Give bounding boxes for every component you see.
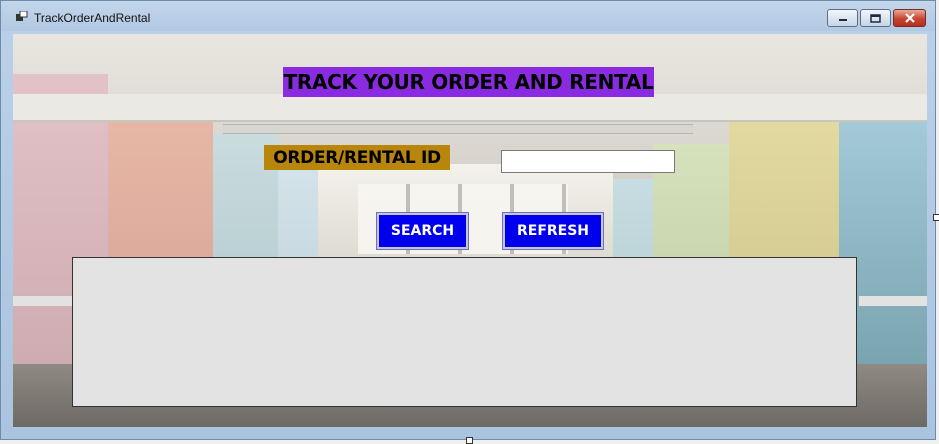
- close-button[interactable]: [893, 9, 926, 27]
- close-icon: [904, 13, 915, 23]
- maximize-button[interactable]: [860, 9, 891, 27]
- background-ceiling-beam: [13, 94, 927, 122]
- search-button[interactable]: SEARCH: [376, 212, 469, 250]
- order-rental-id-label: ORDER/RENTAL ID: [264, 145, 450, 170]
- title-bar[interactable]: TrackOrderAndRental: [1, 1, 935, 31]
- background-pipe: [223, 124, 693, 134]
- resize-handle-right[interactable]: [933, 214, 939, 221]
- form-icon: [16, 11, 28, 21]
- minimize-icon: [838, 19, 847, 21]
- results-grid[interactable]: [72, 257, 857, 407]
- refresh-button[interactable]: REFRESH: [502, 212, 604, 250]
- background-desk: [859, 296, 927, 306]
- minimize-button[interactable]: [827, 9, 858, 27]
- resize-handle-bottom[interactable]: [466, 437, 473, 444]
- maximize-icon: [870, 13, 881, 23]
- window-title: TrackOrderAndRental: [34, 11, 151, 25]
- background-desk: [13, 296, 73, 306]
- page-title: TRACK YOUR ORDER AND RENTAL: [283, 67, 654, 97]
- order-rental-id-input[interactable]: [501, 150, 675, 173]
